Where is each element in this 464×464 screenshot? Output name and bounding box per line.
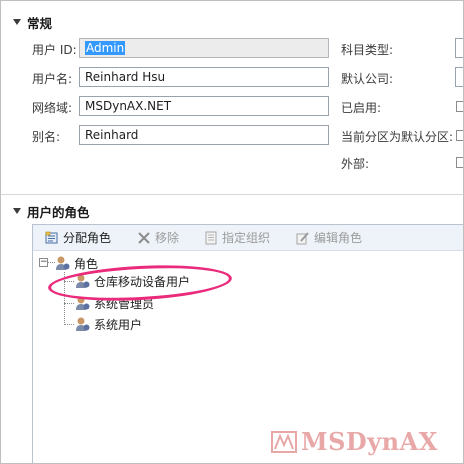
- tree-collapse-expander[interactable]: −: [39, 258, 48, 267]
- tree-root-label: 角色: [74, 256, 99, 271]
- watermark: MSDynAX: [271, 427, 438, 456]
- domain-field[interactable]: MSDynAX.NET: [79, 96, 329, 116]
- tree-item[interactable]: 仓库移动设备用户: [75, 272, 190, 290]
- remove-label: 移除: [155, 231, 180, 245]
- document-icon: [204, 231, 218, 245]
- default-partition-label: 当前分区为默认分区:: [341, 130, 454, 144]
- tree-item-label: 系统用户: [94, 317, 143, 332]
- user-role-icon: [56, 256, 70, 270]
- remove-icon: [137, 231, 151, 245]
- tree-connector: [64, 272, 65, 325]
- tree-connector: [64, 324, 74, 325]
- user-id-field[interactable]: Admin: [79, 38, 329, 58]
- tree-connector: [64, 303, 74, 304]
- tree-root-node[interactable]: 角色: [55, 254, 98, 272]
- edit-role-button[interactable]: 编辑角色: [296, 229, 362, 246]
- enabled-checkbox[interactable]: [456, 101, 463, 112]
- user-role-icon: [76, 317, 90, 331]
- specify-organization-label: 指定组织: [222, 231, 271, 245]
- user-id-value: Admin: [85, 41, 126, 55]
- external-checkbox[interactable]: [456, 157, 463, 168]
- default-company-field[interactable]: [455, 67, 463, 87]
- edit-role-label: 编辑角色: [314, 231, 363, 245]
- edit-role-icon: [296, 231, 310, 245]
- assign-role-button[interactable]: 分配角色: [45, 229, 111, 246]
- general-section-title: 常规: [27, 15, 53, 31]
- domain-label: 网络域:: [32, 101, 73, 115]
- user-name-label: 用户名:: [32, 72, 73, 86]
- collapse-triangle-icon[interactable]: [13, 19, 21, 25]
- collapse-triangle-icon[interactable]: [13, 208, 21, 214]
- alias-label: 别名:: [32, 130, 61, 144]
- alias-field[interactable]: Reinhard: [79, 125, 329, 145]
- default-company-label: 默认公司:: [341, 72, 394, 86]
- remove-button[interactable]: 移除: [137, 229, 179, 246]
- watermark-text: MSDynAX: [301, 427, 438, 456]
- tree-connector: [64, 281, 74, 282]
- tree-item[interactable]: 系统用户: [75, 315, 142, 333]
- user-details-form: 常规 用户 ID: Admin 用户名: Reinhard Hsu 网络域: M…: [0, 0, 464, 464]
- general-section-header[interactable]: 常规: [1, 12, 52, 32]
- tree-connector: [48, 262, 55, 263]
- enabled-label: 已启用:: [341, 101, 382, 115]
- logo-icon: [271, 430, 297, 453]
- account-type-field[interactable]: [455, 38, 463, 58]
- specify-organization-button[interactable]: 指定组织: [204, 229, 270, 246]
- external-label: 外部:: [341, 157, 370, 171]
- roles-section-header[interactable]: 用户的角色: [1, 201, 90, 221]
- account-type-label: 科目类型:: [341, 43, 394, 57]
- assign-role-icon: [45, 231, 59, 245]
- roles-toolbar: 分配角色 移除 指定组织 编辑角色: [33, 225, 463, 251]
- assign-role-label: 分配角色: [63, 231, 112, 245]
- roles-section-title: 用户的角色: [27, 204, 90, 220]
- user-role-icon: [76, 274, 90, 288]
- user-name-field[interactable]: Reinhard Hsu: [79, 67, 329, 87]
- user-id-label: 用户 ID:: [32, 43, 77, 57]
- tree-item-label: 系统管理员: [94, 296, 155, 311]
- default-partition-checkbox[interactable]: [456, 130, 463, 141]
- tree-item[interactable]: 系统管理员: [75, 294, 154, 312]
- tree-item-label: 仓库移动设备用户: [94, 274, 191, 289]
- user-role-icon: [76, 296, 90, 310]
- section-divider: [1, 194, 463, 195]
